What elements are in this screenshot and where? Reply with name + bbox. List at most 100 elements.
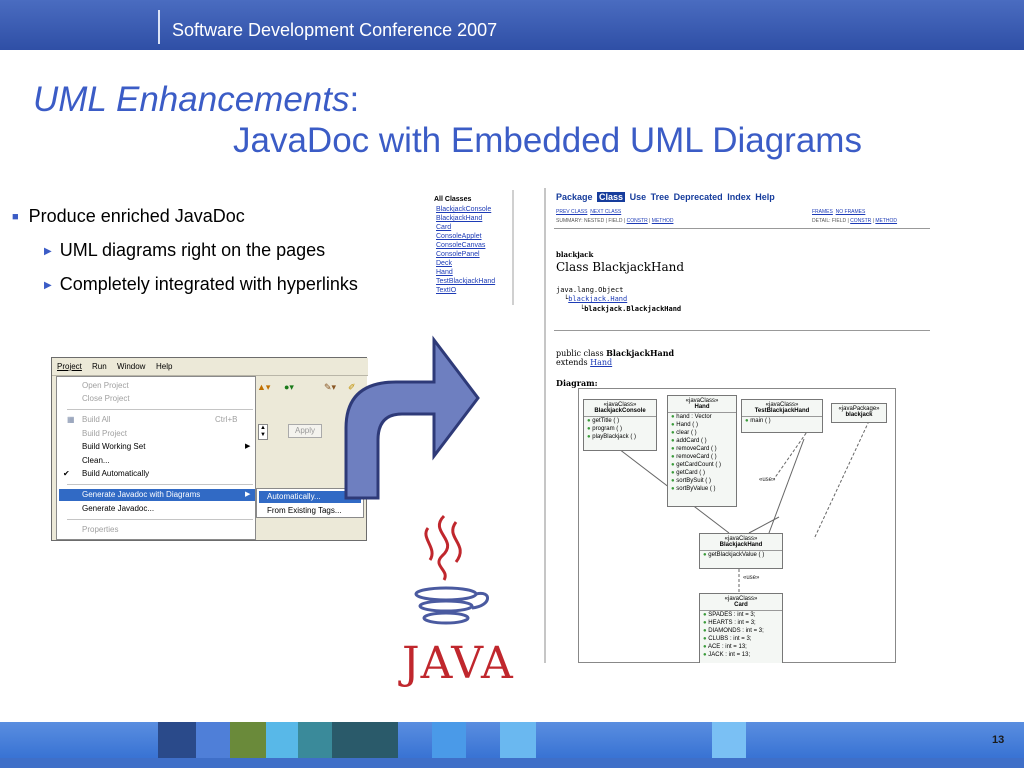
title-colon: : [349, 80, 360, 119]
next-class-link[interactable]: NEXT CLASS [590, 209, 621, 215]
uml-package-name: blackjack [845, 412, 873, 418]
menu-item-close-project[interactable]: Close Project [82, 394, 130, 403]
nav-package[interactable]: Package [556, 192, 593, 202]
spinner-control[interactable]: ▲ ▼ [258, 424, 268, 440]
uml-method: getTitle ( ) [584, 417, 656, 425]
class-link[interactable]: TestBlackjackHand [436, 277, 512, 286]
slide-title: UML Enhancements: [33, 80, 359, 120]
no-frames-link[interactable]: NO FRAMES [836, 209, 866, 215]
prev-next-links: PREV CLASS NEXT CLASS [556, 209, 621, 215]
uml-class-name: Hand [694, 404, 710, 410]
java-logo-text: JAVA [402, 638, 514, 689]
detail-label: DETAIL: FIELD | [812, 218, 849, 224]
uml-class-blackjackconsole[interactable]: «javaClass»BlackjackConsole getTitle ( )… [583, 399, 657, 451]
frames-link[interactable]: FRAMES [812, 209, 833, 215]
nav-tree[interactable]: Tree [651, 192, 670, 202]
menu-item-open-project[interactable]: Open Project [82, 381, 129, 390]
uml-class-card[interactable]: «javaClass»Card SPADES : int = 3; HEARTS… [699, 593, 783, 663]
all-classes-frame: All Classes BlackjackConsole BlackjackHa… [430, 190, 514, 305]
nav-deprecated[interactable]: Deprecated [674, 192, 723, 202]
class-link[interactable]: Card [436, 223, 512, 232]
uml-class-blackjackhand[interactable]: «javaClass»BlackjackHand getBlackjackVal… [699, 533, 783, 569]
detail-method-link[interactable]: METHOD [875, 218, 897, 224]
toolbar-search-icon[interactable]: ✎▾ [324, 382, 336, 393]
menu-item-build-working-set[interactable]: Build Working Set [82, 442, 145, 451]
class-link[interactable]: ConsolePanel [436, 250, 512, 259]
menu-window[interactable]: Window [117, 362, 145, 371]
detail-constr-link[interactable]: CONSTR [850, 218, 871, 224]
uml-method: getCard ( ) [668, 469, 736, 477]
uml-method: playBlackjack ( ) [584, 433, 656, 441]
hierarchy-parent: └blackjack.Hand [564, 295, 628, 303]
class-link[interactable]: BlackjackConsole [436, 205, 512, 214]
menu-item-build-automatically[interactable]: Build Automatically [82, 469, 149, 478]
prev-class-link[interactable]: PREV CLASS [556, 209, 587, 215]
header-divider [158, 10, 160, 44]
uml-method: sortByValue ( ) [668, 485, 736, 493]
menu-item-generate-javadoc[interactable]: Generate Javadoc... [82, 504, 154, 513]
uml-class-header: «javaClass» TestBlackjackHand [742, 400, 822, 417]
apply-button[interactable]: Apply [288, 424, 322, 438]
square-bullet-icon: ■ [12, 211, 19, 223]
footer-image-tile [230, 722, 266, 758]
uml-field: ACE : int = 13; [700, 643, 782, 651]
class-link[interactable]: Deck [436, 259, 512, 268]
extends-hand-link[interactable]: Hand [590, 358, 612, 367]
curved-arrow-icon [344, 335, 480, 500]
toolbar-run-icon[interactable]: ●▾ [284, 382, 294, 393]
nav-index[interactable]: Index [727, 192, 751, 202]
uml-class-name: TestBlackjackHand [754, 408, 810, 414]
summary-method-link[interactable]: METHOD [652, 218, 674, 224]
project-dropdown-menu: Open Project Close Project ▦ Build All C… [56, 376, 256, 540]
uml-class-header: «javaClass» Card [700, 594, 782, 611]
class-link[interactable]: TextIO [436, 286, 512, 295]
menu-item-build-all[interactable]: Build All [82, 415, 110, 424]
menu-run[interactable]: Run [92, 362, 107, 371]
nav-help[interactable]: Help [755, 192, 775, 202]
menu-item-generate-javadoc-with-diagrams[interactable]: Generate Javadoc with Diagrams [82, 490, 200, 499]
title-italic: UML Enhancements [33, 80, 350, 119]
conference-title: Software Development Conference 2007 [172, 20, 498, 40]
footer-image-tile [158, 722, 196, 758]
footer-strip [0, 758, 1024, 768]
class-link[interactable]: ConsoleApplet [436, 232, 512, 241]
uml-method: getBlackjackValue ( ) [700, 551, 782, 559]
uml-method: Hand ( ) [668, 421, 736, 429]
uml-diagram: «javaClass»BlackjackConsole getTitle ( )… [578, 388, 896, 663]
menu-item-properties[interactable]: Properties [82, 525, 118, 534]
summary-label: SUMMARY: NESTED | FIELD | [556, 218, 626, 224]
uml-class-header: «javaClass» BlackjackHand [700, 534, 782, 551]
uml-class-testblackjackhand[interactable]: «javaClass»TestBlackjackHand main ( ) [741, 399, 823, 433]
menu-separator [67, 484, 253, 485]
submenu-item-from-existing-tags[interactable]: From Existing Tags... [267, 506, 342, 515]
uml-method: addCard ( ) [668, 437, 736, 445]
uml-package-blackjack[interactable]: «javaPackage» blackjack [831, 403, 887, 423]
class-title: Class BlackjackHand [556, 260, 685, 274]
menu-item-clean[interactable]: Clean... [82, 456, 110, 465]
footer-image-tile [332, 722, 398, 758]
class-link[interactable]: ConsoleCanvas [436, 241, 512, 250]
summary-constr-link[interactable]: CONSTR [627, 218, 648, 224]
toolbar-tool-icon[interactable]: ▲▾ [257, 382, 270, 393]
page-number: 13 [992, 734, 1005, 746]
nav-use[interactable]: Use [630, 192, 647, 202]
bullet-3-text: Completely integrated with hyperlinks [59, 274, 358, 294]
eclipse-menubar: Project Run Window Help [52, 358, 368, 376]
submenu-arrow-icon: ▶ [245, 443, 251, 450]
uml-class-hand[interactable]: «javaClass»Hand hand : Vector Hand ( ) c… [667, 395, 737, 507]
triangle-bullet-icon: ▶ [44, 246, 52, 257]
nav-class[interactable]: Class [597, 192, 626, 202]
uml-method: clear ( ) [668, 429, 736, 437]
uml-field: hand : Vector [668, 413, 736, 421]
menu-help[interactable]: Help [156, 362, 172, 371]
bullet-1-text: Produce enriched JavaDoc [28, 206, 245, 226]
hierarchy-root: java.lang.Object [556, 286, 624, 294]
submenu-item-automatically[interactable]: Automatically... [267, 492, 321, 501]
menu-project[interactable]: Project [57, 362, 82, 371]
hand-link[interactable]: blackjack.Hand [568, 295, 627, 303]
class-link[interactable]: Hand [436, 268, 512, 277]
menu-separator [67, 409, 253, 410]
menu-item-build-project[interactable]: Build Project [82, 429, 127, 438]
class-link[interactable]: BlackjackHand [436, 214, 512, 223]
decl-name: BlackjackHand [606, 348, 675, 358]
